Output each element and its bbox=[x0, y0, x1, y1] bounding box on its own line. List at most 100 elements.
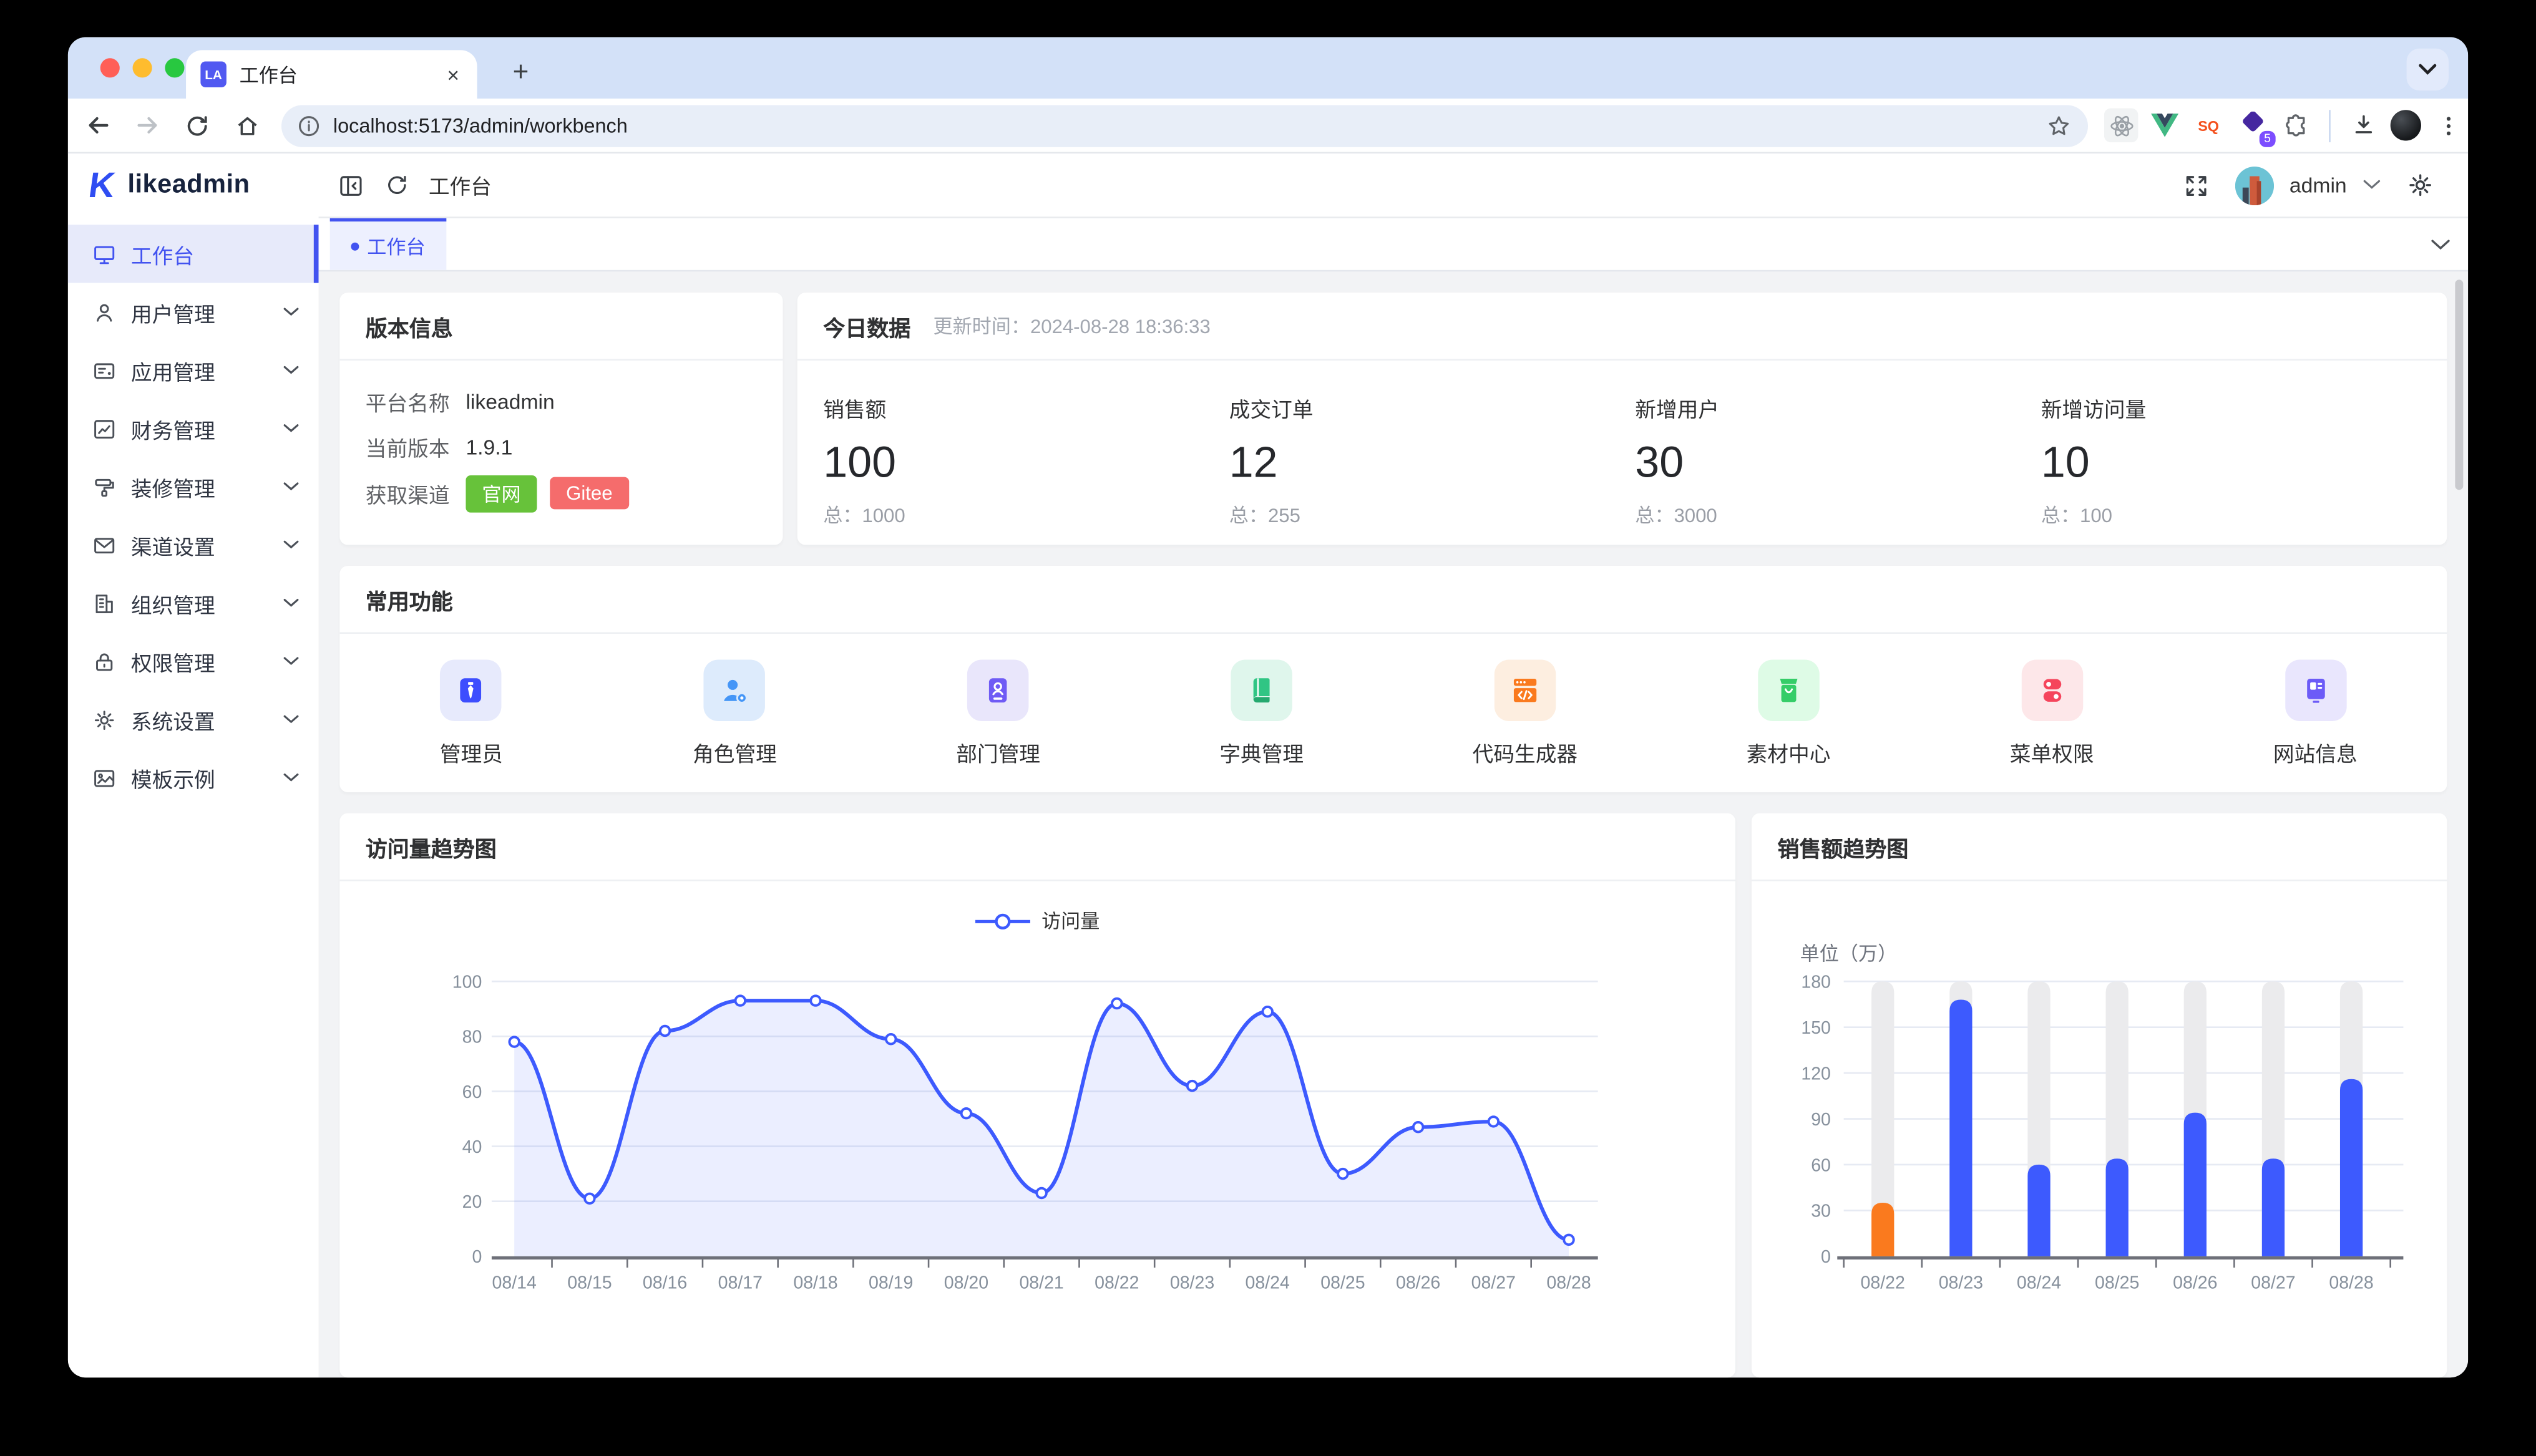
version-info-card: 版本信息 平台名称 likeadmin 当前版本 1.9.1 获取渠道 官网 G… bbox=[339, 293, 783, 545]
sidebar-item-finance[interactable]: 财务管理 bbox=[68, 399, 319, 457]
sidebar-item-decoration[interactable]: 装修管理 bbox=[68, 457, 319, 515]
chart-icon bbox=[92, 416, 117, 440]
card-title: 销售额趋势图 bbox=[1777, 830, 1908, 863]
address-bar[interactable]: localhost:5173/admin/workbench bbox=[281, 104, 2088, 146]
logo-text: likeadmin bbox=[127, 172, 250, 201]
content-area: 版本信息 平台名称 likeadmin 当前版本 1.9.1 获取渠道 官网 G… bbox=[319, 271, 2469, 1377]
card-title: 今日数据 bbox=[823, 309, 910, 342]
svg-text:08/20: 08/20 bbox=[944, 1273, 988, 1293]
app-logo[interactable]: K likeadmin bbox=[68, 153, 319, 218]
collapse-sidebar-icon[interactable] bbox=[328, 162, 374, 208]
fullscreen-icon[interactable] bbox=[2173, 162, 2218, 208]
function-departments[interactable]: 部门管理 bbox=[867, 659, 1130, 768]
screen: LA 工作台 × + local bbox=[0, 0, 2536, 1456]
svg-text:08/22: 08/22 bbox=[1095, 1273, 1139, 1293]
browser-profile-avatar[interactable] bbox=[2391, 110, 2421, 140]
svg-text:08/24: 08/24 bbox=[1246, 1273, 1290, 1293]
refresh-page-icon[interactable] bbox=[374, 162, 419, 208]
sidebar-item-system-settings[interactable]: 系统设置 bbox=[68, 691, 319, 749]
user-menu-chevron-icon[interactable] bbox=[2363, 180, 2381, 191]
svg-text:100: 100 bbox=[452, 973, 482, 993]
react-devtools-extension-icon[interactable] bbox=[2104, 109, 2138, 142]
purple-diamond-extension-icon[interactable]: 5 bbox=[2235, 109, 2269, 142]
role-user-gear-icon bbox=[704, 659, 765, 721]
visits-trend-card: 访问量趋势图 访问量 02040608010008/1408/1508/1608… bbox=[339, 813, 1735, 1378]
menu-toggles-icon bbox=[2021, 659, 2082, 721]
tab-list-chevron-icon[interactable] bbox=[2413, 218, 2468, 270]
username[interactable]: admin bbox=[2290, 173, 2347, 197]
active-tab-dot bbox=[351, 241, 359, 250]
reload-icon[interactable] bbox=[177, 104, 218, 146]
function-dictionary[interactable]: 字典管理 bbox=[1130, 659, 1393, 768]
sidebar-item-template-examples[interactable]: 模板示例 bbox=[68, 749, 319, 807]
vue-devtools-extension-icon[interactable] bbox=[2148, 109, 2182, 142]
svg-text:08/24: 08/24 bbox=[2017, 1273, 2061, 1293]
bookmark-star-icon[interactable] bbox=[2046, 112, 2072, 138]
browser-menu-icon[interactable] bbox=[2431, 109, 2464, 142]
sidebar-item-workbench[interactable]: 工作台 bbox=[68, 225, 319, 283]
svg-text:60: 60 bbox=[462, 1082, 482, 1102]
downloads-icon[interactable] bbox=[2347, 109, 2381, 142]
svg-text:90: 90 bbox=[1811, 1110, 1831, 1130]
current-version-row: 当前版本 1.9.1 bbox=[366, 431, 757, 463]
close-window-button[interactable] bbox=[100, 58, 120, 77]
page-tab-workbench[interactable]: 工作台 bbox=[330, 218, 447, 270]
svg-text:08/28: 08/28 bbox=[2329, 1273, 2373, 1293]
sidebar-menu: 工作台 用户管理 应用管理 财务管理 bbox=[68, 218, 319, 807]
function-code-generator[interactable]: 代码生成器 bbox=[1393, 659, 1657, 768]
app-card-icon bbox=[92, 358, 117, 382]
sidebar-item-channels[interactable]: 渠道设置 bbox=[68, 516, 319, 574]
svg-text:08/16: 08/16 bbox=[643, 1273, 687, 1293]
site-info-icon[interactable] bbox=[298, 114, 320, 137]
url-text[interactable]: localhost:5173/admin/workbench bbox=[333, 114, 2033, 137]
svg-text:08/19: 08/19 bbox=[869, 1273, 913, 1293]
svg-text:120: 120 bbox=[1801, 1064, 1831, 1084]
home-icon[interactable] bbox=[227, 104, 268, 146]
svg-text:60: 60 bbox=[1811, 1155, 1831, 1175]
content-scrollbar[interactable] bbox=[2455, 279, 2463, 490]
maximize-window-button[interactable] bbox=[165, 58, 184, 77]
svg-text:08/21: 08/21 bbox=[1019, 1273, 1063, 1293]
svg-text:30: 30 bbox=[1811, 1201, 1831, 1221]
forward-icon[interactable] bbox=[126, 104, 168, 146]
chevron-down-icon bbox=[283, 715, 300, 725]
official-site-button[interactable]: 官网 bbox=[466, 475, 537, 512]
svg-text:08/25: 08/25 bbox=[1320, 1273, 1365, 1293]
function-material-center[interactable]: 素材中心 bbox=[1657, 659, 1920, 768]
sq-extension-icon[interactable]: SQ bbox=[2192, 109, 2225, 142]
dictionary-book-icon bbox=[1231, 659, 1292, 721]
code-generator-icon bbox=[1495, 659, 1556, 721]
back-icon[interactable] bbox=[76, 104, 118, 146]
sidebar-item-users[interactable]: 用户管理 bbox=[68, 283, 319, 341]
function-roles[interactable]: 角色管理 bbox=[603, 659, 866, 768]
material-box-icon bbox=[1758, 659, 1819, 721]
gear-icon bbox=[92, 707, 117, 732]
extensions-puzzle-icon[interactable] bbox=[2279, 109, 2313, 142]
tab-close-icon[interactable]: × bbox=[444, 62, 462, 87]
visits-line-chart: 02040608010008/1408/1508/1608/1708/1808/… bbox=[339, 881, 1735, 1378]
sidebar-item-permissions[interactable]: 权限管理 bbox=[68, 632, 319, 690]
function-admin[interactable]: 管理员 bbox=[339, 659, 603, 768]
tab-search-chevron-icon[interactable] bbox=[2407, 49, 2449, 90]
svg-text:20: 20 bbox=[462, 1192, 482, 1212]
stat-sales: 销售额 100 总：1000 bbox=[823, 393, 1229, 529]
today-data-card: 今日数据 更新时间：2024-08-28 18:36:33 销售额 100 总：… bbox=[797, 293, 2447, 545]
function-website-info[interactable]: 网站信息 bbox=[2183, 659, 2447, 768]
browser-tab[interactable]: LA 工作台 × bbox=[186, 50, 477, 99]
sidebar-item-organization[interactable]: 组织管理 bbox=[68, 574, 319, 632]
browser-window: LA 工作台 × + local bbox=[68, 37, 2468, 1378]
settings-gear-icon[interactable] bbox=[2397, 162, 2442, 208]
sidebar-item-applications[interactable]: 应用管理 bbox=[68, 341, 319, 399]
user-icon bbox=[92, 300, 117, 324]
svg-text:08/23: 08/23 bbox=[1939, 1273, 1983, 1293]
window-controls bbox=[100, 58, 185, 77]
card-title: 访问量趋势图 bbox=[366, 830, 497, 863]
user-avatar[interactable] bbox=[2235, 166, 2273, 205]
chevron-down-icon bbox=[283, 307, 300, 317]
tab-favicon: LA bbox=[200, 61, 226, 87]
new-tab-button[interactable]: + bbox=[498, 50, 544, 95]
gitee-button[interactable]: Gitee bbox=[550, 477, 628, 510]
function-menu-permissions[interactable]: 菜单权限 bbox=[1920, 659, 2183, 768]
building-icon bbox=[92, 591, 117, 615]
minimize-window-button[interactable] bbox=[133, 58, 152, 77]
